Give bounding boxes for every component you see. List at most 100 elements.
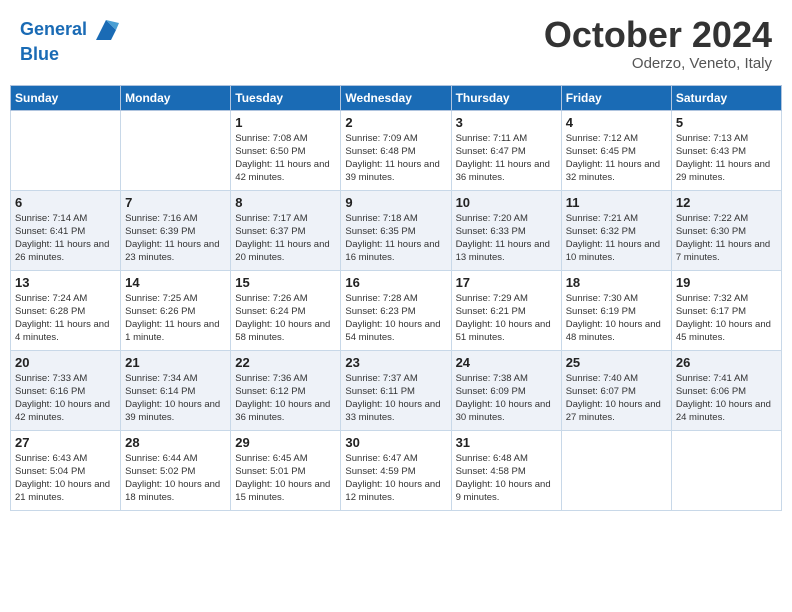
calendar-header-row: Sunday Monday Tuesday Wednesday Thursday…	[11, 85, 782, 110]
calendar-cell: 13 Sunrise: 7:24 AMSunset: 6:28 PMDaylig…	[11, 270, 121, 350]
logo-icon	[91, 15, 121, 45]
calendar-cell: 2 Sunrise: 7:09 AMSunset: 6:48 PMDayligh…	[341, 110, 451, 190]
day-info: Sunrise: 7:34 AMSunset: 6:14 PMDaylight:…	[125, 372, 226, 425]
day-number: 13	[15, 275, 116, 290]
day-info: Sunrise: 6:47 AMSunset: 4:59 PMDaylight:…	[345, 452, 446, 505]
day-number: 8	[235, 195, 336, 210]
day-info: Sunrise: 6:44 AMSunset: 5:02 PMDaylight:…	[125, 452, 226, 505]
day-number: 3	[456, 115, 557, 130]
header-friday: Friday	[561, 85, 671, 110]
calendar-cell: 22 Sunrise: 7:36 AMSunset: 6:12 PMDaylig…	[231, 350, 341, 430]
day-number: 14	[125, 275, 226, 290]
day-number: 9	[345, 195, 446, 210]
calendar-week-row: 1 Sunrise: 7:08 AMSunset: 6:50 PMDayligh…	[11, 110, 782, 190]
logo-text: General	[20, 20, 87, 40]
day-number: 4	[566, 115, 667, 130]
calendar-cell: 18 Sunrise: 7:30 AMSunset: 6:19 PMDaylig…	[561, 270, 671, 350]
calendar-cell: 7 Sunrise: 7:16 AMSunset: 6:39 PMDayligh…	[121, 190, 231, 270]
day-number: 16	[345, 275, 446, 290]
location-subtitle: Oderzo, Veneto, Italy	[544, 55, 772, 72]
day-info: Sunrise: 7:37 AMSunset: 6:11 PMDaylight:…	[345, 372, 446, 425]
day-number: 7	[125, 195, 226, 210]
day-number: 11	[566, 195, 667, 210]
calendar-cell: 31 Sunrise: 6:48 AMSunset: 4:58 PMDaylig…	[451, 430, 561, 510]
day-info: Sunrise: 7:18 AMSunset: 6:35 PMDaylight:…	[345, 212, 446, 265]
day-info: Sunrise: 7:16 AMSunset: 6:39 PMDaylight:…	[125, 212, 226, 265]
day-number: 10	[456, 195, 557, 210]
calendar-cell: 26 Sunrise: 7:41 AMSunset: 6:06 PMDaylig…	[671, 350, 781, 430]
day-number: 19	[676, 275, 777, 290]
day-number: 15	[235, 275, 336, 290]
calendar-cell: 4 Sunrise: 7:12 AMSunset: 6:45 PMDayligh…	[561, 110, 671, 190]
calendar-cell: 24 Sunrise: 7:38 AMSunset: 6:09 PMDaylig…	[451, 350, 561, 430]
day-number: 5	[676, 115, 777, 130]
calendar-cell: 10 Sunrise: 7:20 AMSunset: 6:33 PMDaylig…	[451, 190, 561, 270]
day-info: Sunrise: 7:21 AMSunset: 6:32 PMDaylight:…	[566, 212, 667, 265]
calendar-week-row: 27 Sunrise: 6:43 AMSunset: 5:04 PMDaylig…	[11, 430, 782, 510]
day-number: 17	[456, 275, 557, 290]
calendar-cell: 11 Sunrise: 7:21 AMSunset: 6:32 PMDaylig…	[561, 190, 671, 270]
day-number: 23	[345, 355, 446, 370]
day-number: 18	[566, 275, 667, 290]
day-number: 25	[566, 355, 667, 370]
day-info: Sunrise: 7:40 AMSunset: 6:07 PMDaylight:…	[566, 372, 667, 425]
day-number: 20	[15, 355, 116, 370]
day-info: Sunrise: 7:22 AMSunset: 6:30 PMDaylight:…	[676, 212, 777, 265]
day-info: Sunrise: 7:14 AMSunset: 6:41 PMDaylight:…	[15, 212, 116, 265]
calendar-cell: 6 Sunrise: 7:14 AMSunset: 6:41 PMDayligh…	[11, 190, 121, 270]
day-info: Sunrise: 7:38 AMSunset: 6:09 PMDaylight:…	[456, 372, 557, 425]
day-number: 27	[15, 435, 116, 450]
day-info: Sunrise: 7:33 AMSunset: 6:16 PMDaylight:…	[15, 372, 116, 425]
day-info: Sunrise: 7:32 AMSunset: 6:17 PMDaylight:…	[676, 292, 777, 345]
day-number: 12	[676, 195, 777, 210]
day-number: 1	[235, 115, 336, 130]
calendar-cell: 27 Sunrise: 6:43 AMSunset: 5:04 PMDaylig…	[11, 430, 121, 510]
day-info: Sunrise: 7:29 AMSunset: 6:21 PMDaylight:…	[456, 292, 557, 345]
day-number: 29	[235, 435, 336, 450]
day-info: Sunrise: 7:17 AMSunset: 6:37 PMDaylight:…	[235, 212, 336, 265]
calendar-cell: 17 Sunrise: 7:29 AMSunset: 6:21 PMDaylig…	[451, 270, 561, 350]
calendar-cell	[121, 110, 231, 190]
day-number: 2	[345, 115, 446, 130]
title-block: October 2024 Oderzo, Veneto, Italy	[544, 15, 772, 72]
day-info: Sunrise: 6:43 AMSunset: 5:04 PMDaylight:…	[15, 452, 116, 505]
day-info: Sunrise: 7:09 AMSunset: 6:48 PMDaylight:…	[345, 132, 446, 185]
calendar-cell: 19 Sunrise: 7:32 AMSunset: 6:17 PMDaylig…	[671, 270, 781, 350]
calendar-week-row: 20 Sunrise: 7:33 AMSunset: 6:16 PMDaylig…	[11, 350, 782, 430]
calendar-cell: 8 Sunrise: 7:17 AMSunset: 6:37 PMDayligh…	[231, 190, 341, 270]
day-info: Sunrise: 7:12 AMSunset: 6:45 PMDaylight:…	[566, 132, 667, 185]
day-info: Sunrise: 7:41 AMSunset: 6:06 PMDaylight:…	[676, 372, 777, 425]
calendar-cell: 30 Sunrise: 6:47 AMSunset: 4:59 PMDaylig…	[341, 430, 451, 510]
day-info: Sunrise: 6:45 AMSunset: 5:01 PMDaylight:…	[235, 452, 336, 505]
day-info: Sunrise: 7:08 AMSunset: 6:50 PMDaylight:…	[235, 132, 336, 185]
day-number: 21	[125, 355, 226, 370]
calendar-cell: 3 Sunrise: 7:11 AMSunset: 6:47 PMDayligh…	[451, 110, 561, 190]
day-info: Sunrise: 7:24 AMSunset: 6:28 PMDaylight:…	[15, 292, 116, 345]
calendar-week-row: 13 Sunrise: 7:24 AMSunset: 6:28 PMDaylig…	[11, 270, 782, 350]
calendar-cell: 14 Sunrise: 7:25 AMSunset: 6:26 PMDaylig…	[121, 270, 231, 350]
header-tuesday: Tuesday	[231, 85, 341, 110]
calendar-cell: 23 Sunrise: 7:37 AMSunset: 6:11 PMDaylig…	[341, 350, 451, 430]
calendar-cell	[11, 110, 121, 190]
day-number: 28	[125, 435, 226, 450]
calendar-week-row: 6 Sunrise: 7:14 AMSunset: 6:41 PMDayligh…	[11, 190, 782, 270]
day-number: 26	[676, 355, 777, 370]
header-thursday: Thursday	[451, 85, 561, 110]
logo-blue-text: Blue	[20, 45, 121, 65]
calendar-cell: 21 Sunrise: 7:34 AMSunset: 6:14 PMDaylig…	[121, 350, 231, 430]
month-title: October 2024	[544, 15, 772, 55]
calendar-cell	[561, 430, 671, 510]
calendar-cell: 29 Sunrise: 6:45 AMSunset: 5:01 PMDaylig…	[231, 430, 341, 510]
calendar-cell: 1 Sunrise: 7:08 AMSunset: 6:50 PMDayligh…	[231, 110, 341, 190]
header-monday: Monday	[121, 85, 231, 110]
day-info: Sunrise: 7:30 AMSunset: 6:19 PMDaylight:…	[566, 292, 667, 345]
calendar-cell: 28 Sunrise: 6:44 AMSunset: 5:02 PMDaylig…	[121, 430, 231, 510]
calendar-cell: 12 Sunrise: 7:22 AMSunset: 6:30 PMDaylig…	[671, 190, 781, 270]
day-info: Sunrise: 7:28 AMSunset: 6:23 PMDaylight:…	[345, 292, 446, 345]
calendar-table: Sunday Monday Tuesday Wednesday Thursday…	[10, 85, 782, 511]
day-number: 31	[456, 435, 557, 450]
day-number: 6	[15, 195, 116, 210]
header-wednesday: Wednesday	[341, 85, 451, 110]
day-number: 30	[345, 435, 446, 450]
day-info: Sunrise: 7:11 AMSunset: 6:47 PMDaylight:…	[456, 132, 557, 185]
